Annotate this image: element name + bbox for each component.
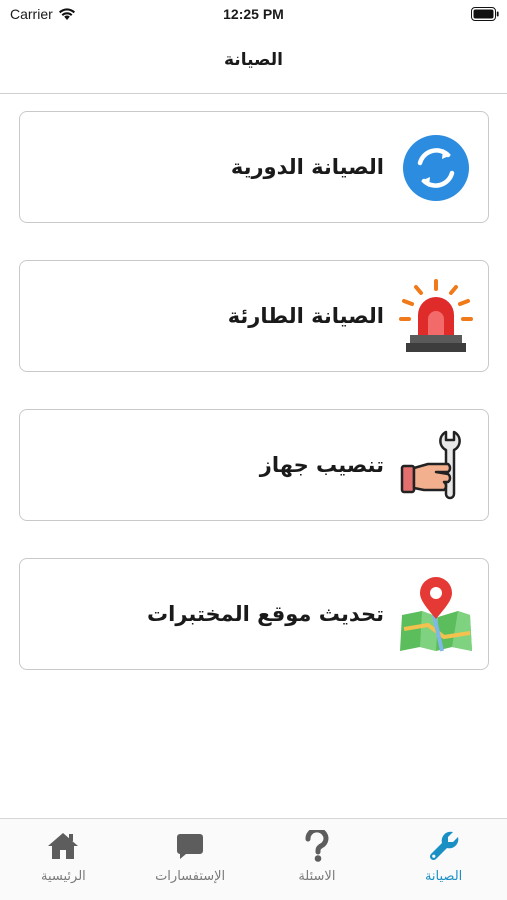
status-time: 12:25 PM xyxy=(223,6,284,22)
tab-questions[interactable]: الاسئلة xyxy=(254,819,381,900)
tab-home[interactable]: الرئيسية xyxy=(0,819,127,900)
tab-inquiries[interactable]: الإستفسارات xyxy=(127,819,254,900)
status-bar: Carrier 12:25 PM xyxy=(0,0,507,30)
map-pin-icon xyxy=(400,577,472,652)
card-label: الصيانة الدورية xyxy=(230,155,384,179)
siren-icon xyxy=(399,279,473,352)
tab-inquiries-label: الإستفسارات xyxy=(155,869,226,884)
tab-maintenance[interactable]: الصيانة xyxy=(380,819,507,900)
update-lab-location-card[interactable]: تحديث موقع المختبرات xyxy=(19,558,489,670)
navigation-bar: الصيانة xyxy=(0,30,507,94)
wrench-hand-icon xyxy=(400,430,461,500)
card-label: تنصيب جهاز xyxy=(259,453,384,477)
refresh-cycle-icon xyxy=(403,135,469,201)
battery-icon xyxy=(471,7,499,21)
home-icon xyxy=(46,829,80,863)
tab-bar: الرئيسية الإستفسارات الاسئلة الصيانة xyxy=(0,818,507,900)
tab-questions-label: الاسئلة xyxy=(298,869,336,884)
card-label: تحديث موقع المختبرات xyxy=(147,602,384,626)
wrench-icon xyxy=(427,829,461,863)
card-label: الصيانة الطارئة xyxy=(227,304,384,328)
device-installation-card[interactable]: تنصيب جهاز xyxy=(19,409,489,521)
tab-home-label: الرئيسية xyxy=(40,869,86,884)
question-icon xyxy=(300,829,334,863)
page-title: الصيانة xyxy=(224,50,283,70)
periodic-maintenance-card[interactable]: الصيانة الدورية xyxy=(19,111,489,223)
emergency-maintenance-card[interactable]: الصيانة الطارئة xyxy=(19,260,489,372)
tab-maintenance-label: الصيانة xyxy=(424,869,463,884)
chat-icon xyxy=(173,829,207,863)
